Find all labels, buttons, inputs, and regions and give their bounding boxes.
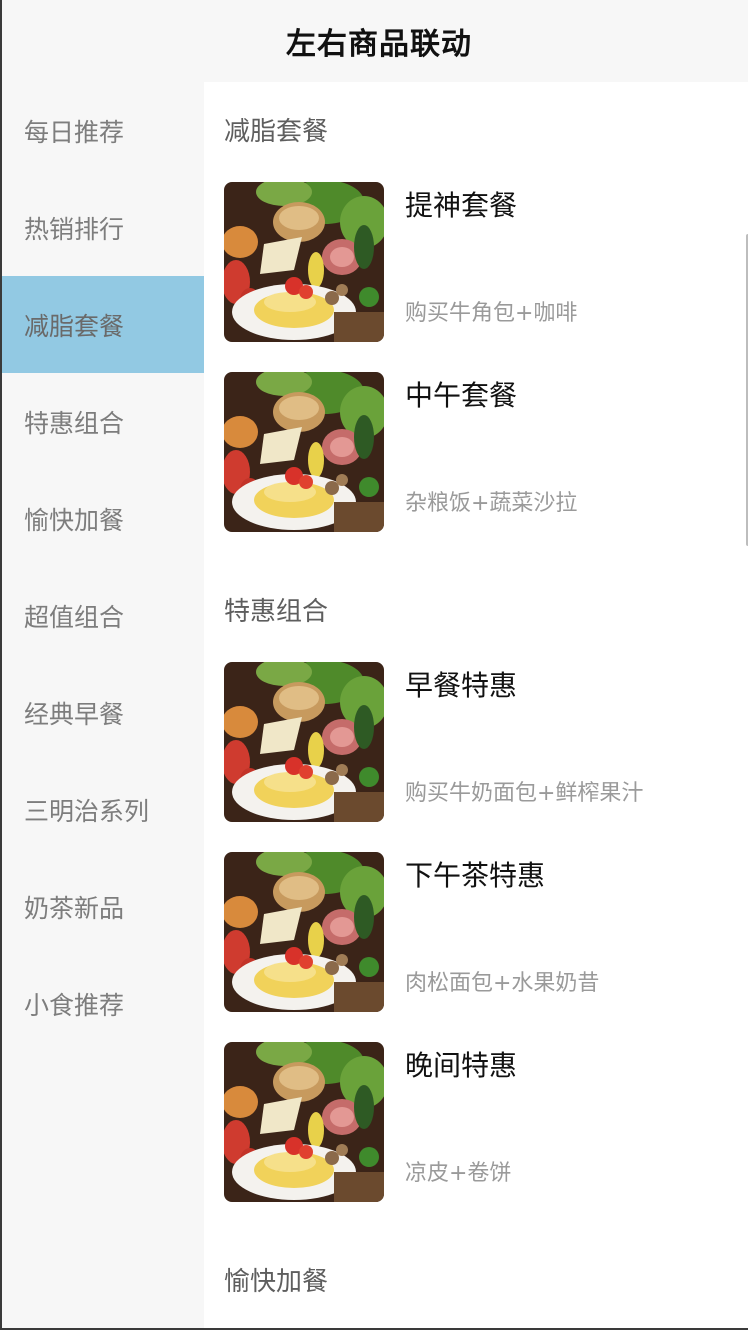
sidebar-item-happy-snack[interactable]: 愉快加餐 <box>2 470 204 567</box>
product-description: 购买牛奶面包+鲜榨果汁 <box>405 781 644 806</box>
product-description: 购买牛角包+咖啡 <box>405 301 578 326</box>
product-item[interactable]: 早餐特惠 购买牛奶面包+鲜榨果汁 <box>224 662 748 822</box>
page-title: 左右商品联动 <box>286 27 472 62</box>
product-image <box>224 662 384 822</box>
product-name: 早餐特惠 <box>405 669 518 702</box>
product-name: 晚间特惠 <box>405 1049 518 1082</box>
app-frame: 左右商品联动 每日推荐 热销排行 减脂套餐 特惠组合 愉快加餐 超值组合 经典早… <box>0 0 748 1330</box>
sidebar-item-classic-breakfast[interactable]: 经典早餐 <box>2 664 204 761</box>
sidebar-item-hot-ranking[interactable]: 热销排行 <box>2 179 204 276</box>
product-name: 中午套餐 <box>405 379 518 412</box>
product-image <box>224 852 384 1012</box>
sidebar-item-daily-recommend[interactable]: 每日推荐 <box>2 82 204 179</box>
nav-bar: 左右商品联动 <box>2 0 748 82</box>
sidebar-item-value-combo[interactable]: 超值组合 <box>2 567 204 664</box>
sidebar-item-special-combo[interactable]: 特惠组合 <box>2 373 204 470</box>
product-description: 肉松面包+水果奶昔 <box>405 971 600 996</box>
section-title: 减脂套餐 <box>224 117 329 147</box>
product-item[interactable]: 中午套餐 杂粮饭+蔬菜沙拉 <box>224 372 748 532</box>
category-sidebar[interactable]: 每日推荐 热销排行 减脂套餐 特惠组合 愉快加餐 超值组合 经典早餐 三明治系列… <box>2 82 204 1328</box>
sidebar-item-milk-tea-new[interactable]: 奶茶新品 <box>2 858 204 955</box>
sidebar-item-snack-recommend[interactable]: 小食推荐 <box>2 955 204 1052</box>
product-item[interactable]: 下午茶特惠 肉松面包+水果奶昔 <box>224 852 748 1012</box>
sidebar-item-fat-loss-set[interactable]: 减脂套餐 <box>2 276 204 373</box>
product-name: 提神套餐 <box>405 189 518 222</box>
product-item[interactable]: 提神套餐 购买牛角包+咖啡 <box>224 182 748 342</box>
product-description: 凉皮+卷饼 <box>405 1161 512 1186</box>
product-image <box>224 372 384 532</box>
product-image <box>224 1042 384 1202</box>
product-image <box>224 182 384 342</box>
product-name: 下午茶特惠 <box>405 859 546 892</box>
product-description: 杂粮饭+蔬菜沙拉 <box>405 491 578 516</box>
section-title: 特惠组合 <box>224 597 329 627</box>
sidebar-item-sandwich-series[interactable]: 三明治系列 <box>2 761 204 858</box>
section-title: 愉快加餐 <box>224 1267 329 1297</box>
product-list[interactable]: 减脂套餐 提神套餐 购买牛角包+咖啡 中午套餐 杂粮饭+蔬菜沙拉 特惠组合 早餐… <box>204 82 748 1328</box>
product-item[interactable]: 晚间特惠 凉皮+卷饼 <box>224 1042 748 1202</box>
